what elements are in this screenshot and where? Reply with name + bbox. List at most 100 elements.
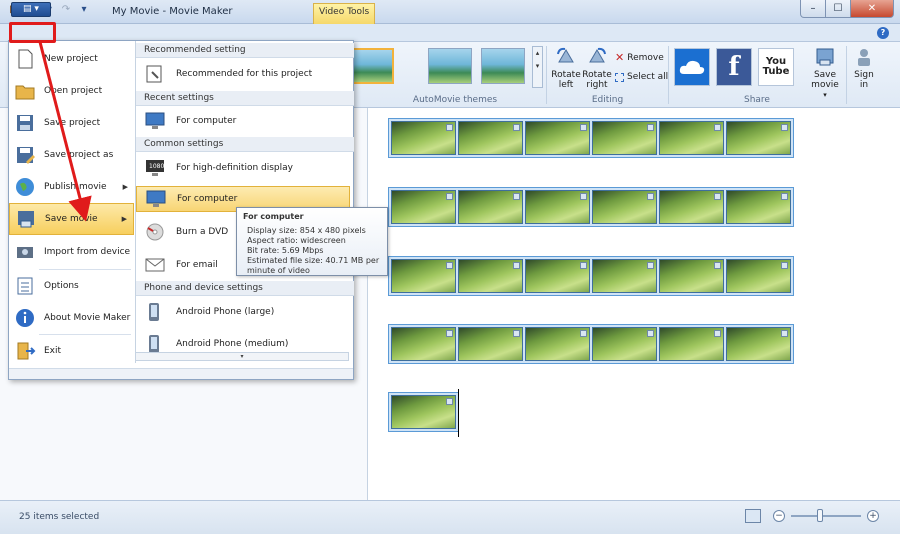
themes-scroll-button[interactable]: ▴ ▾ [532,46,543,88]
facebook-button[interactable]: f [716,48,752,86]
clip-thumbnail[interactable] [458,259,523,293]
clip-thumbnail[interactable] [525,121,590,155]
camera-icon [17,247,33,258]
clip-row[interactable] [388,118,794,158]
storyboard[interactable] [369,108,900,500]
theme-thumbnail[interactable] [350,48,394,84]
clip-thumbnail[interactable] [726,121,791,155]
exit-item[interactable]: Exit [9,335,134,367]
hd-display-item[interactable]: 1080 For high-definition display [136,155,350,181]
section-header-phone: Phone and device settings [136,281,354,296]
menu-item-label: Open project [44,86,103,96]
onedrive-button[interactable] [674,48,710,86]
recommended-for-project-item[interactable]: Recommended for this project [136,61,350,87]
video-tools-tab[interactable]: Video Tools [313,3,376,24]
about-movie-maker-item[interactable]: About Movie Maker [9,302,134,334]
group-label-editing: Editing [591,95,624,105]
clip-row[interactable] [388,324,794,364]
rotate-right-button[interactable]: Rotate right [582,46,612,90]
phone-icon [149,335,159,353]
monitor-icon [145,112,165,129]
submenu-item-label: Android Phone (large) [176,307,275,317]
submenu-item-label: For computer [177,194,238,204]
help-icon[interactable]: ? [877,27,889,39]
submenu-item-label: For computer [176,116,237,126]
youtube-button[interactable]: You Tube [758,48,794,86]
ribbon-separator [668,46,669,104]
options-icon [17,277,33,295]
recent-for-computer-item[interactable]: For computer [136,108,350,134]
clip-thumbnail[interactable] [659,327,724,361]
zoom-out-button[interactable]: − [773,510,785,522]
window-title: My Movie - Movie Maker [112,6,233,17]
rotate-left-button[interactable]: Rotate left [551,46,581,90]
clip-thumbnail[interactable] [391,395,456,429]
redo-icon[interactable]: ↷ [60,4,72,16]
chevron-right-icon: ▶ [121,215,127,223]
remove-icon: ✕ [615,51,625,64]
tooltip-line: Display size: 854 x 480 pixels [247,226,366,235]
clip-thumbnail[interactable] [592,121,657,155]
clip-row[interactable] [388,392,459,432]
customize-qat-icon[interactable]: ▾ [78,4,90,16]
menu-item-label: New project [44,54,98,64]
open-project-item[interactable]: Open project [9,75,134,107]
clip-thumbnail[interactable] [726,327,791,361]
clip-thumbnail[interactable] [726,259,791,293]
clip-row[interactable] [388,256,794,296]
save-project-item[interactable]: Save project [9,107,134,139]
clip-thumbnail[interactable] [458,190,523,224]
options-item[interactable]: Options [9,270,134,302]
clip-thumbnail[interactable] [458,327,523,361]
storyboard-view-icon[interactable] [745,509,761,523]
section-header-recommended: Recommended setting [136,43,354,58]
clip-thumbnail[interactable] [726,190,791,224]
app-menu-button[interactable]: ▤ ▾ [11,2,51,17]
email-icon [145,258,165,272]
save-project-as-item[interactable]: Save project as [9,139,134,171]
zoom-slider-track[interactable] [791,515,861,517]
select-all-button[interactable]: Select all [615,72,668,82]
clip-thumbnail[interactable] [592,259,657,293]
clip-thumbnail[interactable] [391,327,456,361]
zoom-in-button[interactable]: + [867,510,879,522]
new-project-item[interactable]: New project [9,43,134,75]
clip-thumbnail[interactable] [391,190,456,224]
clip-thumbnail[interactable] [592,190,657,224]
submenu-item-label: For high-definition display [176,163,293,173]
save-movie-button[interactable]: Save movie ▾ [808,46,842,100]
ribbon-separator [546,46,547,104]
clip-thumbnail[interactable] [525,190,590,224]
sign-in-button[interactable]: Sign in [850,46,878,90]
exit-icon [17,342,36,360]
clip-thumbnail[interactable] [391,259,456,293]
theme-thumbnail[interactable] [428,48,472,84]
minimize-button[interactable]: – [800,0,826,18]
maximize-button[interactable]: ☐ [825,0,851,18]
clip-thumbnail[interactable] [525,327,590,361]
remove-button[interactable]: ✕ Remove [615,51,664,64]
clip-row[interactable] [388,187,794,227]
rotate-right-icon [589,47,606,63]
theme-thumbnail[interactable] [481,48,525,84]
zoom-slider-thumb[interactable] [817,509,823,522]
rotate-right-label: Rotate right [582,70,612,90]
dvd-icon [146,223,164,241]
close-button[interactable]: ✕ [850,0,894,18]
film-save-icon [816,48,834,66]
section-header-recent: Recent settings [136,91,354,106]
clip-thumbnail[interactable] [391,121,456,155]
clip-thumbnail[interactable] [659,259,724,293]
menu-item-label: Import from device [44,247,131,257]
android-phone-large-item[interactable]: Android Phone (large) [136,299,350,325]
clip-thumbnail[interactable] [659,190,724,224]
publish-movie-item[interactable]: Publish movie ▶ [9,171,134,203]
import-from-device-item[interactable]: Import from device [9,236,134,268]
clip-thumbnail[interactable] [458,121,523,155]
tooltip-title: For computer [243,212,304,221]
clip-thumbnail[interactable] [592,327,657,361]
clip-thumbnail[interactable] [525,259,590,293]
save-movie-item[interactable]: Save movie ▶ [9,203,134,235]
submenu-scroll-down-button[interactable]: ▾ [135,352,349,361]
clip-thumbnail[interactable] [659,121,724,155]
